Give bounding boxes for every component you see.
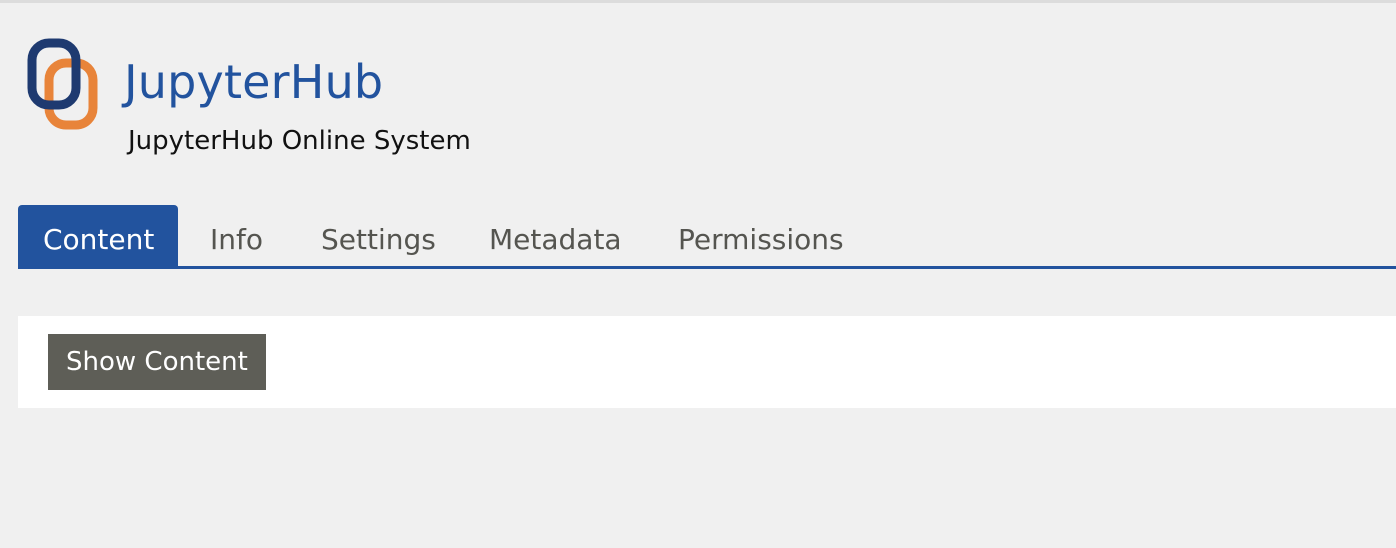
tab-info[interactable]: Info [210,205,263,266]
content-panel: Show Content [18,316,1396,408]
tab-content[interactable]: Content [18,205,178,266]
tab-permissions[interactable]: Permissions [678,205,844,266]
site-header: JupyterHub JupyterHub Online System [0,0,1396,190]
tab-settings[interactable]: Settings [321,205,436,266]
show-content-button[interactable]: Show Content [48,334,266,390]
jupyterhub-logo-icon [26,36,102,132]
tab-bar: Content Info Settings Metadata Permissio… [18,205,1396,269]
tab-metadata[interactable]: Metadata [489,205,622,266]
site-title: JupyterHub [124,55,384,109]
site-subtitle: JupyterHub Online System [128,126,471,156]
